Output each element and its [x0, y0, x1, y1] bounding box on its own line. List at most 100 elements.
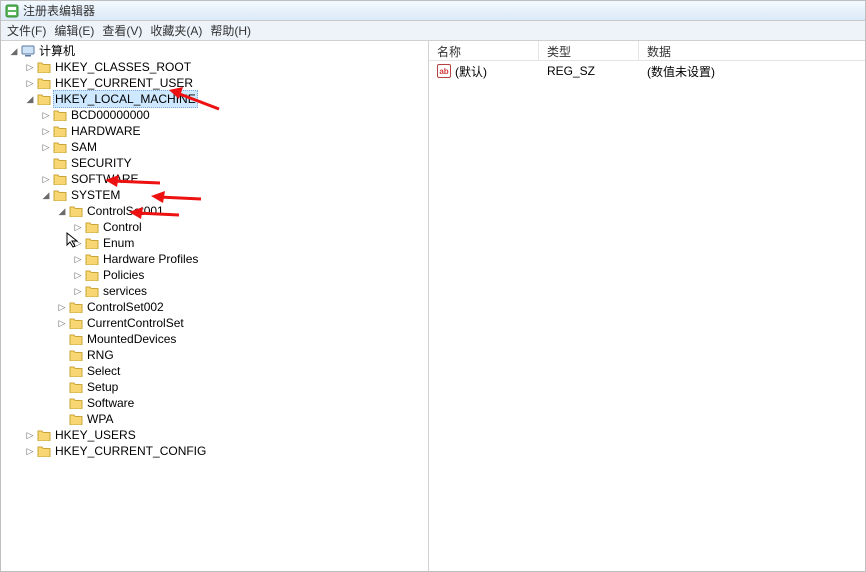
tree-software2[interactable]: ▷ Software [5, 395, 428, 411]
tree-cs002[interactable]: ▷ ControlSet002 [5, 299, 428, 315]
tree-policies[interactable]: ▷ Policies [5, 267, 428, 283]
folder-icon [85, 253, 99, 265]
tree-security[interactable]: ▷ SECURITY [5, 155, 428, 171]
menu-view[interactable]: 查看(V) [102, 22, 142, 39]
expand-icon[interactable]: ▷ [41, 139, 51, 155]
tree-enum[interactable]: ▷ Enum [5, 235, 428, 251]
tree-control[interactable]: ▷ Control [5, 219, 428, 235]
tree-label: HKEY_CLASSES_ROOT [53, 59, 193, 75]
expand-icon[interactable]: ▷ [73, 283, 83, 299]
tree-label: Select [85, 363, 122, 379]
tree-services[interactable]: ▷ services [5, 283, 428, 299]
folder-icon [69, 317, 83, 329]
tree-label: ControlSet002 [85, 299, 166, 315]
tree-hku[interactable]: ▷ HKEY_USERS [5, 427, 428, 443]
tree-label: SAM [69, 139, 99, 155]
app-icon [5, 4, 19, 18]
folder-icon [85, 237, 99, 249]
tree-label: HARDWARE [69, 123, 143, 139]
tree-label: SECURITY [69, 155, 134, 171]
collapse-icon[interactable]: ◢ [25, 91, 35, 107]
folder-icon [85, 221, 99, 233]
menu-file[interactable]: 文件(F) [7, 22, 46, 39]
tree-select[interactable]: ▷ Select [5, 363, 428, 379]
tree-label: SOFTWARE [69, 171, 141, 187]
expand-icon[interactable]: ▷ [73, 219, 83, 235]
tree-label: ControlSet001 [85, 203, 166, 219]
tree-pane[interactable]: ◢ 计算机 ▷ HKEY_CLASSES_ROOT ▷ HKEY_CURRENT… [1, 41, 429, 571]
tree-wpa[interactable]: ▷ WPA [5, 411, 428, 427]
window-title: 注册表编辑器 [23, 2, 95, 19]
folder-icon [37, 61, 51, 73]
folder-icon [69, 365, 83, 377]
tree-sam[interactable]: ▷ SAM [5, 139, 428, 155]
computer-icon [21, 45, 35, 57]
tree-label: BCD00000000 [69, 107, 152, 123]
expand-icon[interactable]: ▷ [25, 427, 35, 443]
tree-label: Policies [101, 267, 146, 283]
tree-setup[interactable]: ▷ Setup [5, 379, 428, 395]
expand-icon[interactable]: ▷ [25, 59, 35, 75]
folder-icon [53, 125, 67, 137]
expand-icon[interactable]: ▷ [73, 251, 83, 267]
tree-software[interactable]: ▷ SOFTWARE [5, 171, 428, 187]
tree-hwprof[interactable]: ▷ Hardware Profiles [5, 251, 428, 267]
collapse-icon[interactable]: ◢ [57, 203, 67, 219]
expand-icon[interactable]: ▷ [57, 315, 67, 331]
folder-icon [53, 173, 67, 185]
expand-icon[interactable]: ▷ [57, 299, 67, 315]
value-type: REG_SZ [539, 62, 639, 80]
tree-ccs[interactable]: ▷ CurrentControlSet [5, 315, 428, 331]
tree-bcd[interactable]: ▷ BCD00000000 [5, 107, 428, 123]
folder-icon [69, 397, 83, 409]
folder-icon [69, 413, 83, 425]
main-area: ◢ 计算机 ▷ HKEY_CLASSES_ROOT ▷ HKEY_CURRENT… [1, 41, 865, 571]
expand-icon[interactable]: ▷ [41, 171, 51, 187]
folder-icon [53, 189, 67, 201]
tree-label: services [101, 283, 149, 299]
tree-mounted[interactable]: ▷ MountedDevices [5, 331, 428, 347]
folder-icon [69, 301, 83, 313]
tree-label: WPA [85, 411, 115, 427]
folder-icon [37, 77, 51, 89]
value-row[interactable]: ab (默认) REG_SZ (数值未设置) [429, 61, 865, 81]
folder-icon [53, 109, 67, 121]
folder-icon [69, 349, 83, 361]
expand-icon[interactable]: ▷ [73, 235, 83, 251]
tree-system[interactable]: ◢ SYSTEM [5, 187, 428, 203]
tree-root[interactable]: ◢ 计算机 [5, 43, 428, 59]
expand-icon[interactable]: ▷ [41, 123, 51, 139]
column-header-data[interactable]: 数据 [639, 41, 865, 60]
column-header-name[interactable]: 名称 [429, 41, 539, 60]
tree-label: HKEY_USERS [53, 427, 138, 443]
column-header-type[interactable]: 类型 [539, 41, 639, 60]
value-data: (数值未设置) [639, 61, 865, 82]
menu-bar: 文件(F) 编辑(E) 查看(V) 收藏夹(A) 帮助(H) [1, 21, 865, 41]
menu-help[interactable]: 帮助(H) [210, 22, 251, 39]
expand-icon[interactable]: ▷ [25, 443, 35, 459]
expand-icon[interactable]: ▷ [73, 267, 83, 283]
menu-edit[interactable]: 编辑(E) [54, 22, 94, 39]
folder-icon [37, 429, 51, 441]
values-pane: 名称 类型 数据 ab (默认) REG_SZ (数值未设置) [429, 41, 865, 571]
folder-icon [85, 269, 99, 281]
tree-cs001[interactable]: ◢ ControlSet001 [5, 203, 428, 219]
tree-hkcu[interactable]: ▷ HKEY_CURRENT_USER [5, 75, 428, 91]
expand-icon[interactable]: ▷ [41, 107, 51, 123]
collapse-icon[interactable]: ◢ [9, 43, 19, 59]
folder-icon [69, 381, 83, 393]
expand-icon[interactable]: ▷ [25, 75, 35, 91]
tree-label: Hardware Profiles [101, 251, 200, 267]
collapse-icon[interactable]: ◢ [41, 187, 51, 203]
tree-hardware[interactable]: ▷ HARDWARE [5, 123, 428, 139]
folder-icon [53, 157, 67, 169]
values-header: 名称 类型 数据 [429, 41, 865, 61]
menu-favorites[interactable]: 收藏夹(A) [150, 22, 202, 39]
tree-rng[interactable]: ▷ RNG [5, 347, 428, 363]
tree-hkcr[interactable]: ▷ HKEY_CLASSES_ROOT [5, 59, 428, 75]
tree-label: Enum [101, 235, 136, 251]
tree-hkcc[interactable]: ▷ HKEY_CURRENT_CONFIG [5, 443, 428, 459]
tree-label: Setup [85, 379, 120, 395]
string-value-icon: ab [437, 64, 451, 78]
tree-hklm[interactable]: ◢ HKEY_LOCAL_MACHINE [5, 91, 428, 107]
